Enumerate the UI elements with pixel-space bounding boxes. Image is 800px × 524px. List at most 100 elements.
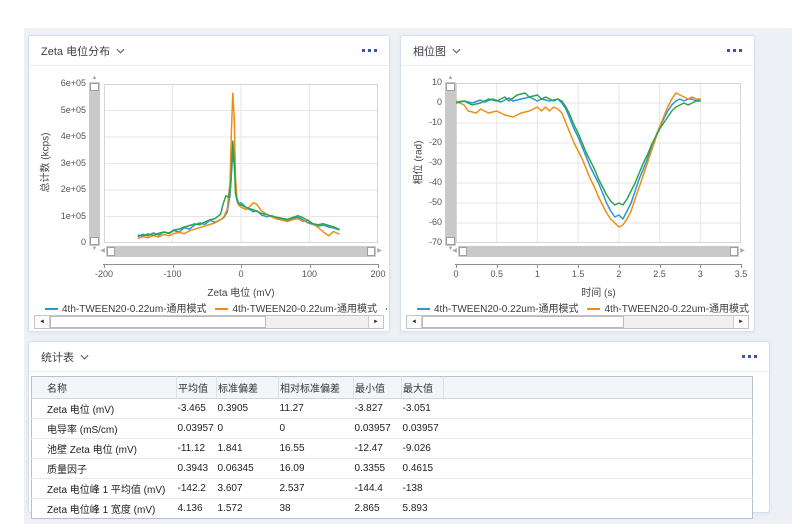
y-tick-label: 2e+05 [42, 184, 86, 194]
more-options-button[interactable] [362, 45, 377, 56]
slider-right-arrow-icon[interactable]: ▶ [376, 246, 383, 257]
scroll-left-button[interactable]: ◄ [35, 316, 50, 328]
column-header[interactable]: 平均值 [177, 377, 217, 399]
cell-value: 0.06345 [217, 459, 279, 479]
slider-handle[interactable] [367, 247, 375, 256]
column-header[interactable]: 相对标准偏差 [279, 377, 354, 399]
slider-handle[interactable] [459, 247, 467, 256]
column-header[interactable]: 名称 [32, 377, 177, 399]
chevron-down-icon [80, 354, 89, 360]
slider-handle[interactable] [446, 237, 455, 245]
slider-track[interactable] [106, 246, 376, 257]
horizontal-scrollbar[interactable]: ◄ ► [406, 315, 749, 329]
statistics-table: 名称平均值标准偏差相对标准偏差最小值最大值 Zeta 电位 (mV)-3.465… [31, 376, 753, 519]
cell-value: 0.03957 [354, 419, 402, 439]
legend-label: 4th-TWEEN20-0.22um-通用模式 [604, 304, 748, 314]
legend-label: 4th-TWEEN20-0.22um-通用模式 [232, 304, 376, 314]
legend-item[interactable]: 4 [386, 304, 387, 314]
panel-header: 相位图 [401, 36, 754, 66]
x-tick-label: -200 [82, 269, 126, 279]
cell-value: 0.3943 [177, 459, 217, 479]
scroll-right-button[interactable]: ► [733, 316, 748, 328]
slider-up-arrow-icon[interactable]: ▲ [445, 75, 456, 82]
scroll-right-button[interactable]: ► [368, 316, 383, 328]
x-tick-label: 200 [356, 269, 400, 279]
scrollbar-thumb[interactable] [50, 316, 266, 328]
scrollbar-track[interactable] [50, 316, 368, 328]
column-header[interactable]: 标准偏差 [217, 377, 279, 399]
table-row[interactable]: Zeta 电位峰 1 宽度 (mV)4.1361.572382.8655.893 [32, 499, 753, 519]
cell-value: 5.893 [402, 499, 444, 519]
cell-value: 0.3355 [354, 459, 402, 479]
legend-item[interactable]: 4th-TWEEN20-0.22um-通用模式 [45, 304, 206, 314]
panel-header: 统计表 [29, 342, 769, 372]
legend-line-icon [45, 308, 58, 310]
cell-value: -3.827 [354, 399, 402, 419]
scrollbar-thumb[interactable] [422, 316, 624, 328]
cell-value: 0.4615 [402, 459, 444, 479]
phase-panel-title-dropdown[interactable]: 相位图 [413, 43, 461, 59]
legend-line-icon [587, 308, 600, 310]
cell-value: 0 [279, 419, 354, 439]
y-tick-label: 0 [398, 97, 442, 107]
slider-handle[interactable] [446, 83, 455, 91]
slider-track[interactable] [445, 82, 456, 246]
x-tick-mark [173, 264, 174, 268]
y-range-slider[interactable]: ▲ ▼ [89, 75, 100, 253]
legend-item[interactable]: 4th-TWEEN20-0.22um-通用模式 [215, 304, 376, 314]
panel-title: 相位图 [413, 43, 446, 59]
cell-value: -11.12 [177, 439, 217, 459]
legend-item[interactable]: 4th-TWEEN20-0.22um-通用模式 [587, 304, 748, 314]
table-row[interactable]: Zeta 电位 (mV)-3.4650.390511.27-3.827-3.05… [32, 399, 753, 419]
x-tick-label: 2.5 [638, 269, 682, 279]
table-row[interactable]: 池壁 Zeta 电位 (mV)-11.121.84116.55-12.47-9.… [32, 439, 753, 459]
zeta-panel-title-dropdown[interactable]: Zeta 电位分布 [41, 43, 125, 59]
x-range-slider[interactable]: ◀ ▶ [451, 246, 746, 257]
table-row[interactable]: 质量因子0.39430.0634516.090.33550.4615 [32, 459, 753, 479]
chevron-down-icon [116, 48, 125, 54]
slider-handle[interactable] [90, 237, 99, 245]
cell-value: -3.465 [177, 399, 217, 419]
dashboard-background: Zeta 电位分布 总计数 (kcps) ▲ ▼ ◀ [24, 28, 792, 524]
x-tick-label: 1.5 [556, 269, 600, 279]
slider-handle[interactable] [90, 83, 99, 91]
cell-value: 0.03957 [402, 419, 444, 439]
row-name: Zeta 电位峰 1 平均值 (mV) [32, 479, 177, 499]
slider-up-arrow-icon[interactable]: ▲ [89, 75, 100, 82]
scrollbar-track[interactable] [422, 316, 733, 328]
y-range-slider[interactable]: ▲ ▼ [445, 75, 456, 253]
stats-panel-title-dropdown[interactable]: 统计表 [41, 349, 89, 365]
slider-right-arrow-icon[interactable]: ▶ [739, 246, 746, 257]
series-line [138, 153, 339, 237]
phase-plot[interactable] [456, 83, 741, 243]
cell-value: 0.3905 [217, 399, 279, 419]
x-tick-mark [619, 264, 620, 268]
slider-track[interactable] [89, 82, 100, 246]
x-range-slider[interactable]: ◀ ▶ [99, 246, 383, 257]
series-line [138, 141, 339, 236]
table-row[interactable]: Zeta 电位峰 1 平均值 (mV)-142.23.6072.537-144.… [32, 479, 753, 499]
scroll-left-button[interactable]: ◄ [407, 316, 422, 328]
cell-value: 16.55 [279, 439, 354, 459]
legend: 4th-TWEEN20-0.22um-通用模式 4th-TWEEN20-0.22u… [417, 300, 752, 314]
slider-left-arrow-icon[interactable]: ◀ [451, 246, 458, 257]
slider-handle[interactable] [730, 247, 738, 256]
table-row[interactable]: 电导率 (mS/cm)0.03957000.039570.03957 [32, 419, 753, 439]
x-tick-mark [537, 264, 538, 268]
y-tick-label: -60 [398, 217, 442, 227]
more-options-button[interactable] [742, 351, 757, 362]
cell-value: 3.607 [217, 479, 279, 499]
more-options-button[interactable] [727, 45, 742, 56]
statistics-panel: 统计表 名称平均值标准偏差相对标准偏差最小值最大值 Zeta 电位 (mV)-3… [28, 341, 770, 513]
slider-track[interactable] [458, 246, 739, 257]
column-header[interactable]: 最小值 [354, 377, 402, 399]
horizontal-scrollbar[interactable]: ◄ ► [34, 315, 384, 329]
legend-item[interactable]: 4th-TWEEN20-0.22um-通用模式 [417, 304, 578, 314]
zeta-plot[interactable] [104, 84, 378, 243]
slider-handle[interactable] [107, 247, 115, 256]
phase-chart-area: 相位 (rad) ▲ ▼ ◀ ▶ 时间 (s) 4th-TWEEN20-0.22… [401, 66, 754, 331]
slider-left-arrow-icon[interactable]: ◀ [99, 246, 106, 257]
column-header[interactable]: 最大值 [402, 377, 444, 399]
y-tick-label: -30 [398, 157, 442, 167]
y-tick-label: -20 [398, 137, 442, 147]
